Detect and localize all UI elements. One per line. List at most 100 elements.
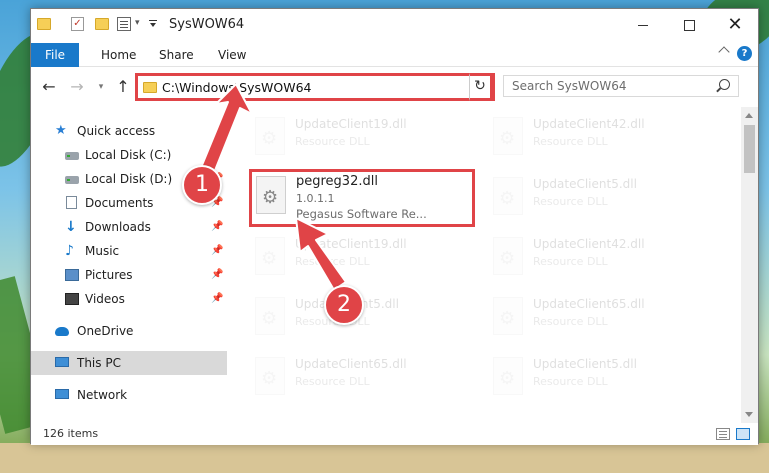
properties-icon[interactable] (117, 17, 131, 31)
address-bar[interactable]: C:\Windows\SysWOW64 (135, 73, 495, 101)
forward-arrow-icon[interactable]: → (67, 77, 87, 97)
dll-file-icon (493, 297, 523, 335)
pin-icon[interactable]: 📌 (211, 287, 223, 311)
file-company: Pegasus Software Re... (296, 207, 427, 221)
sidebar-item-videos[interactable]: Videos 📌 (31, 287, 227, 311)
dll-file-icon (493, 117, 523, 155)
sidebar-item-label: Quick access (77, 124, 156, 138)
disk-icon (65, 176, 79, 184)
cloud-icon (55, 327, 69, 336)
search-input[interactable] (512, 76, 712, 96)
sidebar-item-network[interactable]: Network (31, 383, 227, 407)
customize-toolbar-icon[interactable] (149, 20, 157, 27)
file-type: Resource DLL (533, 135, 608, 148)
file-item[interactable]: UpdateClient65.dll Resource DLL (487, 291, 707, 343)
file-type: Resource DLL (533, 195, 608, 208)
disk-icon (65, 152, 79, 160)
computer-icon (55, 357, 69, 367)
help-icon[interactable]: ? (737, 46, 752, 61)
address-path[interactable]: C:\Windows\SysWOW64 (162, 80, 311, 95)
dll-file-icon (255, 357, 285, 395)
properties-check-icon[interactable]: ✓ (71, 17, 84, 31)
file-item[interactable]: UpdateClient42.dll Resource DLL (487, 231, 707, 283)
sidebar-item-this-pc[interactable]: This PC (31, 351, 227, 375)
vertical-scrollbar[interactable] (741, 107, 758, 423)
music-icon: ♪ (65, 243, 74, 259)
scroll-down-icon[interactable] (745, 412, 753, 417)
file-item[interactable]: UpdateClient5.dll Resource DLL (487, 351, 707, 403)
tab-share[interactable]: Share (159, 43, 194, 67)
pin-icon[interactable]: 📌 (211, 215, 223, 239)
sidebar-item-label: This PC (77, 356, 121, 370)
dll-file-icon (493, 237, 523, 275)
sidebar-item-label: Videos (85, 292, 125, 306)
pin-icon[interactable]: 📌 (211, 263, 223, 287)
details-view-icon[interactable] (716, 428, 730, 440)
dll-file-icon (255, 297, 285, 335)
item-count: 126 items (43, 427, 99, 440)
sidebar-item-downloads[interactable]: ↓ Downloads 📌 (31, 215, 227, 239)
tab-view[interactable]: View (218, 43, 246, 67)
file-explorer-window: ✓ ▾ SysWOW64 ✕ File Home Share View ? ← … (30, 8, 759, 445)
search-box[interactable] (503, 75, 739, 97)
file-name: UpdateClient65.dll (533, 297, 645, 311)
file-name: UpdateClient42.dll (533, 237, 645, 251)
file-type: Resource DLL (295, 135, 370, 148)
status-bar: 126 items (31, 423, 758, 445)
sidebar-item-label: Music (85, 244, 120, 258)
navigation-pane: ★ Quick access Local Disk (C:) Local Dis… (31, 107, 227, 423)
scroll-up-icon[interactable] (745, 113, 753, 118)
caret-down-icon[interactable]: ▾ (135, 18, 140, 28)
file-item[interactable]: UpdateClient19.dll Resource DLL (249, 111, 469, 163)
download-icon: ↓ (65, 219, 77, 235)
step-1-badge: 1 (182, 165, 222, 205)
close-button[interactable]: ✕ (712, 9, 758, 41)
file-type: Resource DLL (295, 375, 370, 388)
star-icon: ★ (55, 123, 67, 138)
up-arrow-icon[interactable]: ↑ (113, 77, 133, 97)
pin-icon[interactable]: 📌 (211, 239, 223, 263)
sidebar-item-music[interactable]: ♪ Music 📌 (31, 239, 227, 263)
step-2-badge: 2 (324, 285, 364, 325)
video-icon (65, 293, 79, 305)
sidebar-item-quick-access[interactable]: ★ Quick access (31, 119, 227, 143)
file-item-pegreg32[interactable]: pegreg32.dll 1.0.1.1 Pegasus Software Re… (249, 169, 475, 227)
scrollbar-thumb[interactable] (744, 125, 755, 173)
tab-file[interactable]: File (31, 43, 79, 67)
search-icon[interactable] (719, 79, 730, 90)
recent-locations-icon[interactable]: ▾ (91, 77, 111, 97)
dll-file-icon (255, 117, 285, 155)
title-bar: ✓ ▾ SysWOW64 ✕ (31, 9, 758, 41)
refresh-button[interactable]: ↻ (469, 73, 493, 101)
file-item[interactable]: UpdateClient42.dll Resource DLL (487, 111, 707, 163)
file-item[interactable]: UpdateClient5.dll Resource DLL (487, 171, 707, 223)
minimize-button[interactable] (620, 9, 666, 41)
tiles-view-icon[interactable] (736, 428, 750, 440)
back-arrow-icon[interactable]: ← (39, 77, 59, 97)
dll-file-icon (493, 177, 523, 215)
folder-icon (37, 18, 51, 30)
pictures-icon (65, 269, 79, 281)
maximize-button[interactable] (666, 9, 712, 41)
sidebar-item-label: OneDrive (77, 324, 134, 338)
ribbon: File Home Share View ? (31, 41, 758, 67)
sidebar-item-pictures[interactable]: Pictures 📌 (31, 263, 227, 287)
sidebar-item-local-disk-c[interactable]: Local Disk (C:) (31, 143, 227, 167)
window-title: SysWOW64 (169, 17, 245, 32)
sidebar-item-onedrive[interactable]: OneDrive (31, 319, 227, 343)
file-version: 1.0.1.1 (296, 192, 335, 205)
new-folder-icon[interactable] (95, 18, 109, 30)
expand-ribbon-icon[interactable] (718, 46, 730, 58)
sidebar-item-label: Documents (85, 196, 154, 210)
tab-home[interactable]: Home (101, 43, 136, 67)
file-type: Resource DLL (295, 255, 370, 268)
file-list: UpdateClient19.dll Resource DLL pegreg32… (227, 107, 741, 423)
dll-file-icon (493, 357, 523, 395)
file-item[interactable]: UpdateClient65.dll Resource DLL (249, 351, 469, 403)
document-icon (66, 196, 77, 209)
file-item[interactable]: UpdateClient19.dll Resource DLL (249, 231, 469, 283)
background-sand (0, 443, 769, 473)
dll-file-icon (256, 176, 286, 214)
sidebar-item-label: Downloads (85, 220, 151, 234)
file-name: UpdateClient42.dll (533, 117, 645, 131)
